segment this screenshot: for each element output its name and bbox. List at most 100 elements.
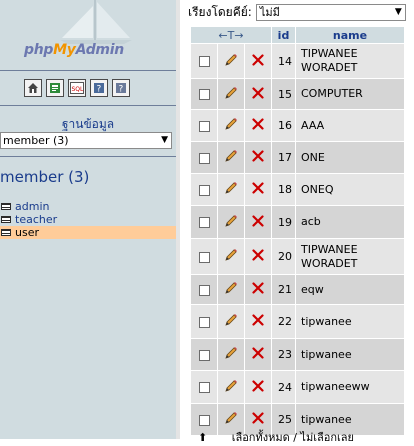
delete-icon[interactable]	[252, 249, 264, 261]
delete-icon[interactable]	[252, 282, 264, 294]
nav-icon-bar: SQL ? ?	[24, 79, 130, 97]
table-row[interactable]: 21 eqw	[191, 275, 404, 304]
row-checkbox[interactable]	[198, 414, 210, 426]
table-item-label[interactable]: teacher	[15, 213, 57, 226]
delete-cell	[245, 206, 271, 238]
table-row[interactable]: 23 tipwanee	[191, 339, 404, 370]
pencil-icon[interactable]	[224, 379, 238, 393]
table-row[interactable]: 24 tipwaneeww	[191, 371, 404, 403]
database-heading[interactable]: member (3)	[0, 168, 89, 186]
pencil-icon[interactable]	[224, 117, 238, 131]
delete-icon[interactable]	[252, 347, 264, 359]
sort-key-select[interactable]: ไม่มี ▼	[255, 4, 406, 21]
pencil-icon[interactable]	[224, 149, 238, 163]
edit-cell	[218, 79, 244, 109]
row-checkbox[interactable]	[198, 120, 210, 132]
column-toggle-arrows[interactable]: ←T→	[191, 27, 271, 43]
table-item-user[interactable]: user	[0, 226, 176, 239]
column-header-name[interactable]: name	[296, 27, 404, 43]
cell-id: 21	[272, 275, 295, 304]
delete-cell	[245, 339, 271, 370]
edit-cell	[218, 110, 244, 141]
documentation-icon[interactable]: ?	[90, 79, 108, 97]
cell-name: tipwanee	[296, 339, 404, 370]
row-checkbox[interactable]	[198, 217, 210, 228]
table-row[interactable]: 20 TIPWANEE WORADET	[191, 239, 404, 274]
pencil-icon[interactable]	[224, 214, 238, 228]
table-row[interactable]: 16 AAA	[191, 110, 404, 141]
cell-name: TIPWANEE WORADET	[296, 239, 404, 274]
select-all-link[interactable]: เลือกทั้งหมด / ไม่เลือกเลย	[232, 431, 354, 444]
row-checkbox[interactable]	[198, 382, 210, 393]
row-checkbox[interactable]	[198, 251, 210, 263]
cell-id: 17	[272, 142, 295, 173]
table-icon[interactable]	[1, 203, 11, 210]
phpmyadmin-logo[interactable]: phpMyAdmin	[24, 42, 124, 58]
cell-name: ONEQ	[296, 174, 404, 205]
navigation-frame: phpMyAdmin SQL ? ? ฐานข้อมูล member (3) …	[0, 0, 176, 439]
table-row[interactable]: 19 acb	[191, 206, 404, 238]
cell-name-text: ONEQ	[301, 182, 334, 196]
cell-id: 20	[272, 239, 295, 274]
row-checkbox[interactable]	[198, 184, 210, 196]
table-item-admin[interactable]: admin	[0, 200, 176, 213]
table-icon[interactable]	[1, 229, 11, 236]
row-checkbox[interactable]	[198, 152, 210, 164]
logo-my: My	[53, 42, 76, 58]
table-row[interactable]: 22 tipwanee	[191, 305, 404, 338]
pencil-icon[interactable]	[224, 346, 238, 360]
row-checkbox[interactable]	[198, 349, 210, 361]
delete-icon[interactable]	[252, 379, 264, 392]
pencil-icon[interactable]	[224, 86, 238, 100]
divider	[0, 156, 176, 157]
cell-name-text: TIPWANEE WORADET	[301, 242, 358, 270]
delete-icon[interactable]	[252, 150, 264, 162]
delete-icon[interactable]	[252, 412, 264, 424]
pencil-icon[interactable]	[224, 181, 238, 195]
row-checkbox[interactable]	[198, 56, 210, 67]
table-row[interactable]: 17 ONE	[191, 142, 404, 173]
table-item-label[interactable]: user	[15, 226, 39, 239]
home-icon[interactable]	[24, 79, 42, 97]
arrow-up-icon: ⬆	[198, 431, 208, 444]
table-row[interactable]: 15 COMPUTER	[191, 79, 404, 109]
bottom-hint: ⬆ เลือกทั้งหมด / ไม่เลือกเลย	[198, 428, 354, 446]
divider	[0, 70, 176, 71]
pencil-icon[interactable]	[224, 313, 238, 327]
help-icon[interactable]: ?	[112, 79, 130, 97]
sailboat-logo-icon	[60, 0, 132, 44]
table-row[interactable]: 18 ONEQ	[191, 174, 404, 205]
query-window-icon[interactable]	[46, 79, 64, 97]
table-item-teacher[interactable]: teacher	[0, 213, 176, 226]
cell-name: AAA	[296, 110, 404, 141]
row-checkbox-cell	[191, 110, 217, 141]
sort-label: เรียงโดยคีย์:	[188, 5, 252, 19]
cell-name-text: tipwanee	[301, 347, 352, 361]
delete-icon[interactable]	[252, 314, 264, 326]
pencil-icon[interactable]	[224, 53, 238, 67]
svg-text:?: ?	[97, 85, 102, 95]
edit-cell	[218, 275, 244, 304]
delete-icon[interactable]	[252, 86, 264, 99]
database-select[interactable]: member (3) ▼	[0, 132, 172, 149]
delete-icon[interactable]	[252, 118, 264, 130]
row-checkbox[interactable]	[198, 316, 210, 328]
row-checkbox-cell	[191, 142, 217, 173]
sql-icon[interactable]: SQL	[68, 79, 86, 97]
divider	[0, 105, 176, 106]
delete-icon[interactable]	[252, 182, 264, 194]
delete-icon[interactable]	[252, 214, 264, 227]
row-checkbox[interactable]	[198, 284, 210, 296]
table-item-label[interactable]: admin	[15, 200, 49, 213]
table-row[interactable]: 14 TIPWANEE WORADET	[191, 44, 404, 78]
pencil-icon[interactable]	[224, 411, 238, 425]
table-icon[interactable]	[1, 216, 11, 223]
cell-name-text: tipwanee	[301, 314, 352, 328]
delete-icon[interactable]	[252, 53, 264, 66]
column-header-id[interactable]: id	[272, 27, 295, 43]
pencil-icon[interactable]	[224, 248, 238, 262]
row-checkbox-cell	[191, 206, 217, 238]
pencil-icon[interactable]	[224, 281, 238, 295]
row-checkbox[interactable]	[198, 89, 210, 100]
table-list: admin teacher user	[0, 200, 176, 239]
